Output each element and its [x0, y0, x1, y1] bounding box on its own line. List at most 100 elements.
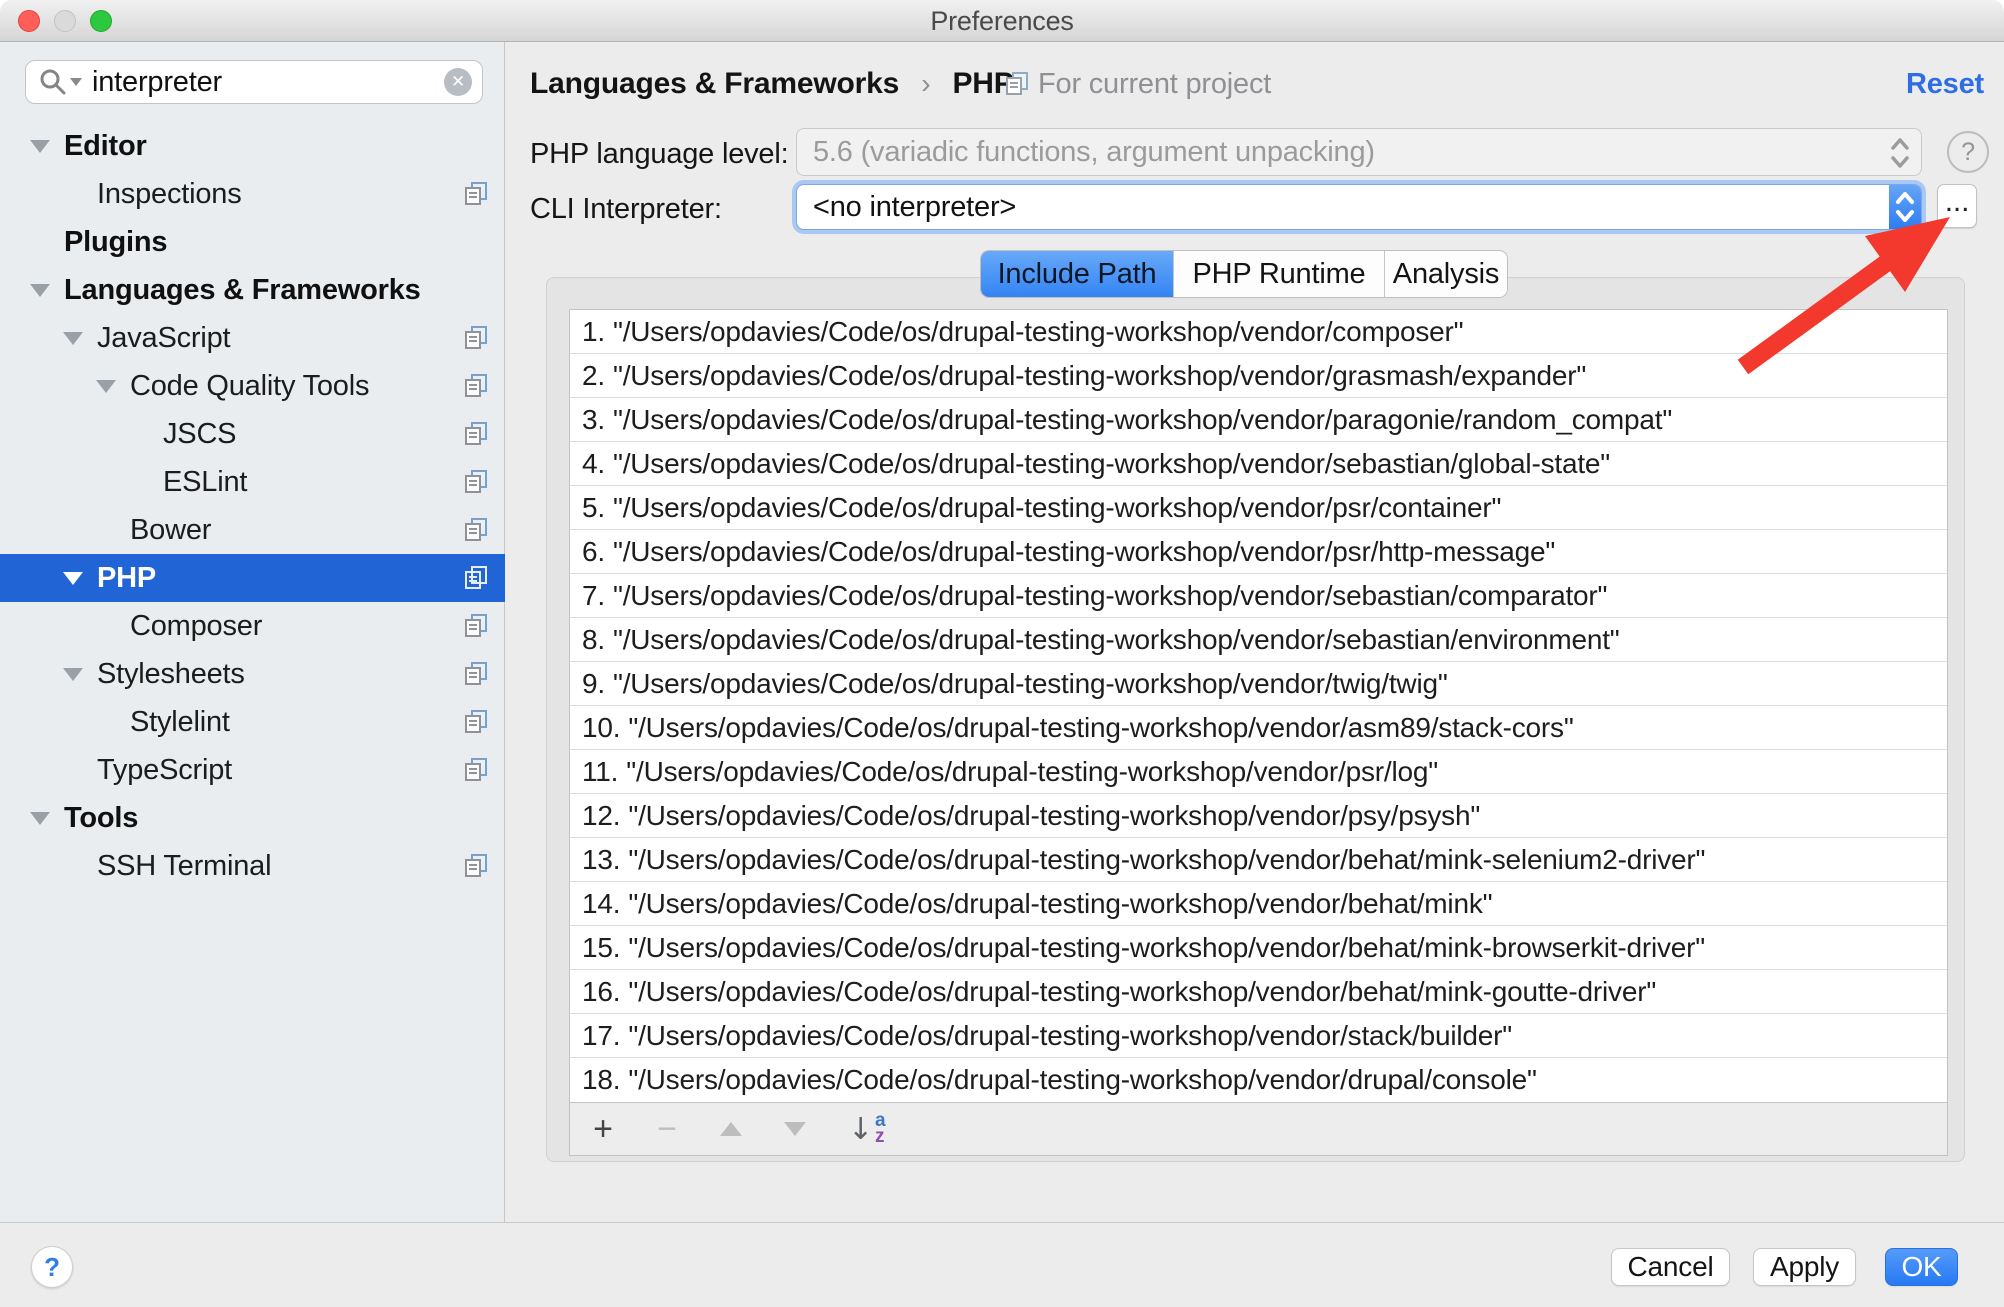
- per-project-settings-icon: [463, 181, 489, 207]
- sidebar-item-composer[interactable]: Composer: [0, 602, 505, 650]
- clear-search-icon[interactable]: ✕: [444, 68, 472, 96]
- minimize-button: [54, 10, 76, 32]
- preferences-window: Preferences ✕ EditorInspectionsPlugins La…: [0, 0, 2004, 1307]
- select-stepper-icon: [1885, 133, 1915, 173]
- move-down-button[interactable]: [784, 1122, 806, 1136]
- php-language-level-select: 5.6 (variadic functions, argument unpack…: [796, 128, 1922, 176]
- include-path-row[interactable]: 4."/Users/opdavies/Code/os/drupal-testin…: [570, 442, 1947, 486]
- include-path-row[interactable]: 7."/Users/opdavies/Code/os/drupal-testin…: [570, 574, 1947, 618]
- sidebar-item-label: Stylelint: [130, 706, 230, 738]
- tab-include-path[interactable]: Include Path: [981, 251, 1174, 297]
- row-number: 2.: [582, 360, 605, 391]
- footer: ? Cancel Apply OK: [0, 1222, 2004, 1307]
- sidebar-item-bower[interactable]: Bower: [0, 506, 505, 554]
- sort-button[interactable]: ↓ a z: [848, 1112, 885, 1147]
- breadcrumb-separator-icon: ›: [921, 68, 930, 99]
- cli-select-stepper-icon[interactable]: [1889, 185, 1921, 229]
- cancel-button[interactable]: Cancel: [1611, 1248, 1730, 1286]
- include-path-row[interactable]: 15."/Users/opdavies/Code/os/drupal-testi…: [570, 926, 1947, 970]
- include-path-row[interactable]: 16. "/Users/opdavies/Code/os/drupal-testi…: [570, 970, 1947, 1014]
- close-button[interactable]: [18, 10, 40, 32]
- browse-button[interactable]: ...: [1937, 184, 1977, 228]
- help-button[interactable]: ?: [31, 1246, 73, 1288]
- remove-button[interactable]: −: [650, 1112, 684, 1146]
- include-path-row[interactable]: 17."/Users/opdavies/Code/os/drupal-testi…: [570, 1014, 1947, 1058]
- include-path-row[interactable]: 9."/Users/opdavies/Code/os/drupal-testin…: [570, 662, 1947, 706]
- context-help-button[interactable]: ?: [1947, 131, 1989, 173]
- include-path-row[interactable]: 6."/Users/opdavies/Code/os/drupal-testin…: [570, 530, 1947, 574]
- window-title: Preferences: [0, 0, 2004, 42]
- sidebar-item-php[interactable]: PHP: [0, 554, 505, 602]
- include-path-row[interactable]: 5."/Users/opdavies/Code/os/drupal-testin…: [570, 486, 1947, 530]
- sidebar-item-label: ESLint: [163, 466, 247, 498]
- include-path-row[interactable]: 14."/Users/opdavies/Code/os/drupal-testi…: [570, 882, 1947, 926]
- scope-indicator: For current project: [1004, 60, 1271, 108]
- search-icon: [38, 67, 68, 97]
- tab-analysis[interactable]: Analysis: [1385, 251, 1507, 297]
- sidebar-item-label: TypeScript: [97, 754, 232, 786]
- sidebar-item-jscs[interactable]: JSCS: [0, 410, 505, 458]
- sidebar-item-ssh-terminal[interactable]: SSH Terminal: [0, 842, 505, 890]
- cli-interpreter-select[interactable]: <no interpreter>: [796, 184, 1922, 230]
- include-path-row[interactable]: 10."/Users/opdavies/Code/os/drupal-testi…: [570, 706, 1947, 750]
- zoom-button[interactable]: [90, 10, 112, 32]
- expand-triangle-icon[interactable]: [96, 380, 116, 393]
- sidebar-item-plugins[interactable]: Plugins: [0, 218, 505, 266]
- row-number: 12.: [582, 800, 620, 831]
- sidebar-item-stylelint[interactable]: Stylelint: [0, 698, 505, 746]
- expand-triangle-icon[interactable]: [63, 668, 83, 681]
- row-path: "/Users/opdavies/Code/os/drupal-testing-…: [613, 316, 1463, 347]
- include-path-row[interactable]: 2."/Users/opdavies/Code/os/drupal-testin…: [570, 354, 1947, 398]
- search-options-chevron-icon[interactable]: [70, 78, 82, 86]
- sidebar-item-label: Languages & Frameworks: [64, 274, 421, 306]
- sidebar-item-javascript[interactable]: JavaScript: [0, 314, 505, 362]
- row-path: "/Users/opdavies/Code/os/drupal-testing-…: [628, 932, 1705, 963]
- reset-link[interactable]: Reset: [1906, 60, 1984, 108]
- sidebar-item-code-quality-tools[interactable]: Code Quality Tools: [0, 362, 505, 410]
- include-path-row[interactable]: 3."/Users/opdavies/Code/os/drupal-testin…: [570, 398, 1947, 442]
- breadcrumb-item-languages-frameworks[interactable]: Languages & Frameworks: [530, 67, 899, 100]
- search-input[interactable]: [90, 65, 444, 100]
- per-project-settings-icon: [463, 853, 489, 879]
- include-path-row[interactable]: 8."/Users/opdavies/Code/os/drupal-testin…: [570, 618, 1947, 662]
- expand-triangle-icon[interactable]: [30, 812, 50, 825]
- apply-button[interactable]: Apply: [1753, 1248, 1856, 1286]
- expand-triangle-icon[interactable]: [63, 332, 83, 345]
- sidebar-item-typescript[interactable]: TypeScript: [0, 746, 505, 794]
- row-path: "/Users/opdavies/Code/os/drupal-testing-…: [628, 976, 1656, 1007]
- sidebar-item-label: Bower: [130, 514, 211, 546]
- sidebar-item-stylesheets[interactable]: Stylesheets: [0, 650, 505, 698]
- include-path-row[interactable]: 13."/Users/opdavies/Code/os/drupal-testi…: [570, 838, 1947, 882]
- search-box[interactable]: ✕: [25, 60, 483, 104]
- per-project-settings-icon: [463, 757, 489, 783]
- expand-triangle-icon[interactable]: [30, 284, 50, 297]
- sidebar-item-inspections[interactable]: Inspections: [0, 170, 505, 218]
- expand-triangle-icon[interactable]: [30, 140, 50, 153]
- row-number: 9.: [582, 668, 605, 699]
- expand-triangle-icon[interactable]: [63, 572, 83, 585]
- sidebar-item-editor[interactable]: Editor: [0, 122, 505, 170]
- include-path-panel: 1."/Users/opdavies/Code/os/drupal-testin…: [546, 277, 1965, 1162]
- per-project-settings-icon: [463, 373, 489, 399]
- move-up-button[interactable]: [720, 1122, 742, 1136]
- row-path: "/Users/opdavies/Code/os/drupal-testing-…: [628, 800, 1480, 831]
- row-path: "/Users/opdavies/Code/os/drupal-testing-…: [613, 536, 1555, 567]
- sidebar-item-eslint[interactable]: ESLint: [0, 458, 505, 506]
- include-path-row[interactable]: 18."/Users/opdavies/Code/os/drupal-testi…: [570, 1058, 1947, 1102]
- include-path-row[interactable]: 1."/Users/opdavies/Code/os/drupal-testin…: [570, 310, 1947, 354]
- per-project-settings-icon: [463, 469, 489, 495]
- include-path-row[interactable]: 11."/Users/opdavies/Code/os/drupal-testi…: [570, 750, 1947, 794]
- ok-button[interactable]: OK: [1885, 1248, 1958, 1286]
- tab-php-runtime[interactable]: PHP Runtime: [1174, 251, 1385, 297]
- sidebar-item-tools[interactable]: Tools: [0, 794, 505, 842]
- row-number: 16.: [582, 976, 620, 1007]
- include-path-row[interactable]: 12. "/Users/opdavies/Code/os/drupal-testi…: [570, 794, 1947, 838]
- row-number: 18.: [582, 1064, 620, 1095]
- row-path: "/Users/opdavies/Code/os/drupal-testing-…: [613, 580, 1607, 611]
- add-button[interactable]: +: [586, 1112, 620, 1146]
- per-project-settings-icon: [463, 661, 489, 687]
- row-number: 17.: [582, 1020, 620, 1051]
- row-number: 5.: [582, 492, 605, 523]
- row-number: 13.: [582, 844, 620, 875]
- sidebar-item-languages-frameworks[interactable]: Languages & Frameworks: [0, 266, 505, 314]
